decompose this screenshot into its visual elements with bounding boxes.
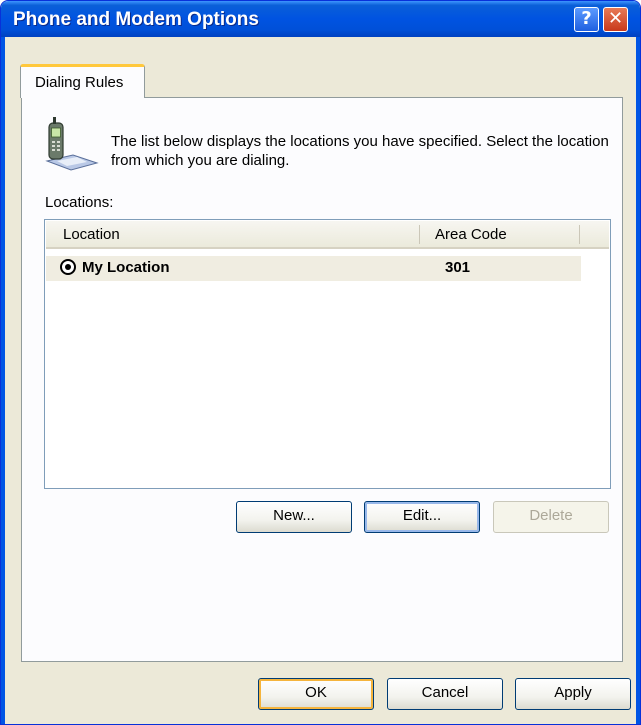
phone-and-modem-options-window: Phone and Modem Options ? ✕ Dialing Rule…: [0, 0, 641, 725]
help-button[interactable]: ?: [574, 7, 599, 32]
row-location-name: My Location: [82, 259, 170, 276]
radio-selected-icon: [60, 259, 76, 275]
apply-button[interactable]: Apply: [515, 678, 631, 710]
delete-button[interactable]: Delete: [493, 501, 609, 533]
cancel-button[interactable]: Cancel: [387, 678, 503, 710]
window-frame-left: [1, 37, 5, 724]
column-header-location[interactable]: Location: [46, 221, 421, 247]
tab-label: Dialing Rules: [35, 74, 124, 91]
column-divider[interactable]: [419, 225, 420, 244]
tab-dialing-rules[interactable]: Dialing Rules: [20, 64, 145, 98]
list-header: Location Area Code: [46, 221, 609, 249]
new-button[interactable]: New...: [236, 501, 352, 533]
row-area-code: 301: [445, 259, 471, 276]
column-header-area-code[interactable]: Area Code: [422, 221, 582, 247]
column-divider[interactable]: [579, 225, 580, 244]
dialing-rules-description: The list below displays the locations yo…: [111, 133, 609, 169]
locations-label: Locations:: [45, 194, 114, 211]
list-row-my-location[interactable]: My Location 301: [46, 256, 581, 281]
window-title: Phone and Modem Options: [13, 9, 259, 30]
ok-button[interactable]: OK: [258, 678, 374, 710]
edit-button[interactable]: Edit...: [364, 501, 480, 533]
title-bar[interactable]: Phone and Modem Options ? ✕: [1, 1, 640, 37]
phone-icon: [45, 117, 99, 171]
locations-list[interactable]: Location Area Code My Location 301: [44, 219, 611, 489]
window-frame-right: [636, 37, 640, 724]
close-button[interactable]: ✕: [603, 7, 628, 32]
